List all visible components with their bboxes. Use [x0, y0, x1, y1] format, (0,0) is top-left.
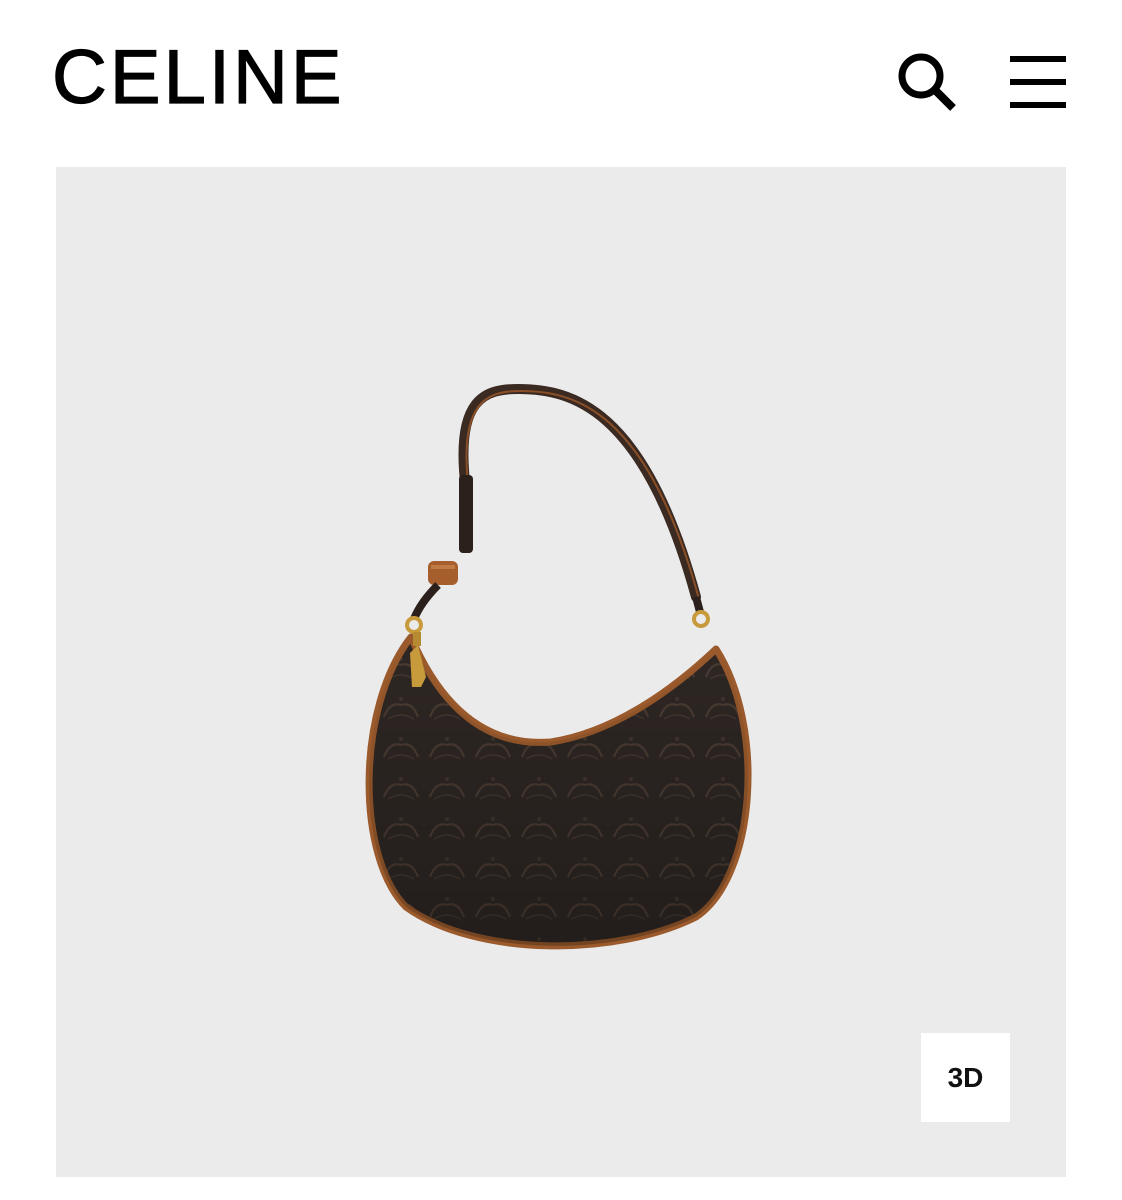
product-image-container[interactable]: 3D	[56, 167, 1066, 1177]
view-3d-button[interactable]: 3D	[921, 1033, 1010, 1122]
site-header: CELINE	[0, 0, 1122, 167]
menu-button[interactable]	[1006, 50, 1070, 114]
handbag-image	[365, 383, 752, 950]
brand-logo[interactable]: CELINE	[51, 39, 345, 116]
search-icon	[898, 53, 956, 111]
hamburger-menu-icon	[1010, 56, 1066, 108]
search-button[interactable]	[895, 50, 959, 114]
